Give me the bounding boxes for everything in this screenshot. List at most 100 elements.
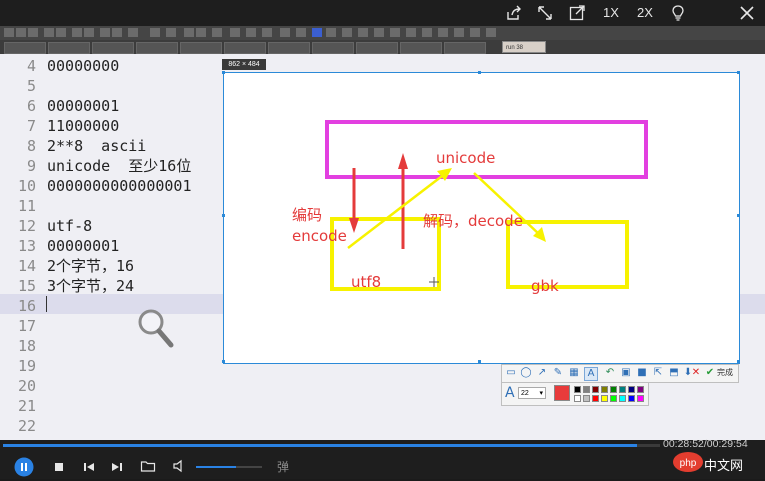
toolbar-button[interactable] (56, 28, 66, 37)
resize-handle[interactable] (737, 214, 740, 217)
toolbar-button[interactable] (246, 28, 256, 37)
color-swatch[interactable] (610, 395, 617, 402)
file-tab[interactable] (136, 42, 178, 54)
resize-handle[interactable] (737, 360, 740, 363)
previous-button[interactable] (82, 459, 100, 477)
mosaic-tool-icon[interactable]: ▦ (568, 367, 580, 379)
save-icon[interactable]: ▣ (620, 367, 632, 379)
color-swatch[interactable] (583, 395, 590, 402)
toolbar-button[interactable] (166, 28, 176, 37)
color-swatch[interactable] (583, 386, 590, 393)
resize-handle[interactable] (222, 214, 225, 217)
toolbar-button[interactable] (296, 28, 306, 37)
pause-button[interactable] (14, 457, 34, 477)
arrow-tool-icon[interactable]: ↗ (536, 367, 548, 379)
file-tab[interactable] (48, 42, 90, 54)
toolbar-button[interactable] (374, 28, 384, 37)
font-size-select[interactable]: 22 ▾ (518, 387, 546, 399)
color-swatch[interactable] (637, 395, 644, 402)
toolbar-button[interactable] (438, 28, 448, 37)
color-swatch[interactable] (610, 386, 617, 393)
toolbar-button[interactable] (470, 28, 480, 37)
danmu-toggle[interactable]: 弹 (277, 458, 289, 475)
speed-1x-button[interactable]: 1X (598, 2, 624, 24)
resize-handle[interactable] (478, 71, 481, 74)
file-tab[interactable] (92, 42, 134, 54)
file-tab[interactable] (400, 42, 442, 54)
color-swatch[interactable] (628, 395, 635, 402)
toolbar-button[interactable] (342, 28, 352, 37)
toolbar-button[interactable] (150, 28, 160, 37)
next-button[interactable] (110, 459, 128, 477)
toolbar-button[interactable] (100, 28, 110, 37)
share-out-icon[interactable]: ⇱ (652, 367, 664, 379)
toolbar-button[interactable] (486, 28, 496, 37)
color-swatch[interactable] (601, 395, 608, 402)
text-tool-icon[interactable]: A (584, 367, 598, 381)
pen-tool-icon[interactable]: ✎ (552, 367, 564, 379)
file-tab[interactable] (4, 42, 46, 54)
toolbar-button[interactable] (406, 28, 416, 37)
file-tab[interactable] (180, 42, 222, 54)
bookmark-icon[interactable]: ⬒ (668, 367, 680, 379)
color-swatch[interactable] (592, 386, 599, 393)
color-swatch[interactable] (574, 386, 581, 393)
toolbar-button[interactable] (422, 28, 432, 37)
toolbar-button[interactable] (358, 28, 368, 37)
progress-bar[interactable] (3, 444, 660, 447)
file-tab[interactable] (268, 42, 310, 54)
stop-button[interactable] (52, 459, 70, 477)
color-swatch[interactable] (574, 395, 581, 402)
color-swatch[interactable] (619, 386, 626, 393)
capture-region[interactable]: unicode 编码 encode 解码，decode utf8 gbk (223, 72, 740, 364)
toolbar-button[interactable] (280, 28, 290, 37)
toolbar-button[interactable] (196, 28, 206, 37)
color-swatch[interactable] (628, 386, 635, 393)
done-button[interactable]: 完成 (717, 367, 733, 379)
toolbar-button[interactable] (454, 28, 464, 37)
rectangle-tool-icon[interactable]: ▭ (505, 367, 517, 379)
color-swatch[interactable] (619, 395, 626, 402)
undo-icon[interactable]: ↶ (604, 367, 616, 379)
toolbar-button[interactable] (312, 28, 322, 37)
active-file-tab[interactable]: run 38 (502, 41, 546, 53)
popout-icon[interactable] (568, 4, 586, 22)
file-tab[interactable] (444, 42, 486, 54)
toolbar-button[interactable] (262, 28, 272, 37)
file-tab[interactable] (312, 42, 354, 54)
cancel-icon[interactable]: ✕ (690, 367, 702, 379)
resize-handle[interactable] (478, 360, 481, 363)
toolbar-button[interactable] (72, 28, 82, 37)
lightbulb-icon[interactable] (669, 4, 687, 22)
toolbar-button[interactable] (390, 28, 400, 37)
toolbar-button[interactable] (326, 28, 336, 37)
selected-color-swatch[interactable] (554, 385, 570, 401)
toolbar-button[interactable] (4, 28, 14, 37)
resize-handle[interactable] (222, 360, 225, 363)
resize-handle[interactable] (737, 71, 740, 74)
confirm-check-icon[interactable]: ✔ (704, 367, 716, 379)
toolbar-button[interactable] (230, 28, 240, 37)
close-icon[interactable] (738, 4, 756, 22)
file-tab[interactable] (356, 42, 398, 54)
color-swatch[interactable] (601, 386, 608, 393)
ellipse-tool-icon[interactable]: ◯ (520, 367, 532, 379)
toolbar-button[interactable] (44, 28, 54, 37)
toolbar-button[interactable] (112, 28, 122, 37)
folder-icon[interactable] (140, 458, 158, 476)
toolbar-button[interactable] (16, 28, 26, 37)
file-tab[interactable] (224, 42, 266, 54)
toolbar-button[interactable] (184, 28, 194, 37)
pin-icon[interactable]: ■ (636, 367, 648, 379)
volume-icon[interactable] (172, 458, 190, 476)
volume-slider[interactable] (196, 466, 262, 468)
toolbar-button[interactable] (84, 28, 94, 37)
color-swatch[interactable] (592, 395, 599, 402)
toolbar-button[interactable] (212, 28, 222, 37)
color-swatch[interactable] (637, 386, 644, 393)
toolbar-button[interactable] (28, 28, 38, 37)
expand-icon[interactable] (536, 4, 554, 22)
speed-2x-button[interactable]: 2X (632, 2, 658, 24)
toolbar-button[interactable] (128, 28, 138, 37)
share-icon[interactable] (505, 4, 523, 22)
